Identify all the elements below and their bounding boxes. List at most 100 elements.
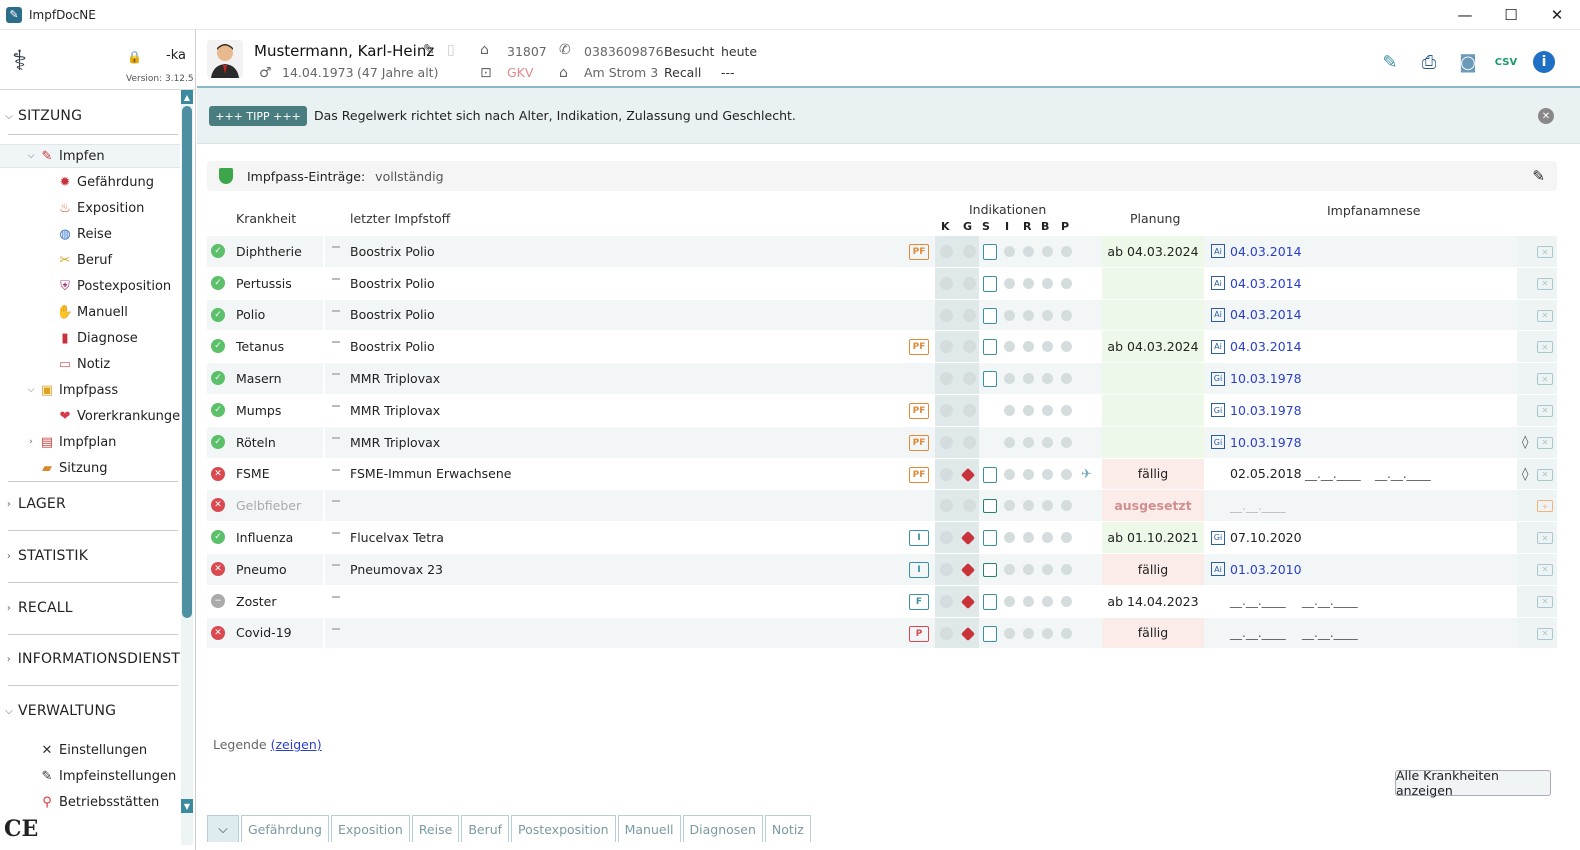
indication-s-icon[interactable]: [983, 339, 997, 356]
indication-p-icon[interactable]: [1061, 309, 1072, 321]
delete-entry-icon[interactable]: ✕: [1537, 532, 1553, 545]
anamnese-entry[interactable]: Ai 01.03.2010: [1211, 554, 1302, 585]
anamnese-date[interactable]: 07.10.2020: [1230, 530, 1302, 545]
indication-i-icon[interactable]: [1004, 468, 1015, 480]
indication-k-icon[interactable]: [940, 626, 953, 640]
indication-i-icon[interactable]: [1004, 627, 1015, 639]
sidebar-item-gefaehrdung[interactable]: ✹ Gefährdung: [56, 170, 154, 194]
table-row[interactable]: ✓ Polio Boostrix Polio Ai 04.03.2014 ✕: [207, 299, 1557, 332]
indication-i-icon[interactable]: [1004, 563, 1015, 575]
planning-cell[interactable]: ab 14.04.2023: [1102, 586, 1204, 617]
indication-g-icon[interactable]: [963, 276, 976, 290]
indication-p-icon[interactable]: [1061, 595, 1072, 607]
edit-pencil-icon[interactable]: ✎: [423, 42, 435, 58]
blank-date[interactable]: __.__.____: [1230, 586, 1286, 617]
section-verwaltung[interactable]: ⌵ VERWALTUNG: [0, 699, 180, 723]
indication-r-icon[interactable]: [1023, 373, 1034, 385]
tab-gefährdung[interactable]: Gefährdung: [241, 815, 329, 842]
scroll-up-icon[interactable]: ▲: [181, 90, 193, 104]
tab-beruf[interactable]: Beruf: [461, 815, 510, 842]
indication-s-icon[interactable]: [983, 466, 997, 483]
indication-r-icon[interactable]: [1023, 277, 1034, 289]
indication-p-icon[interactable]: [1061, 341, 1072, 353]
tabs-dropdown-icon[interactable]: ⌵: [207, 815, 239, 842]
delete-entry-icon[interactable]: ✕: [1537, 341, 1553, 354]
tab-reise[interactable]: Reise: [411, 815, 460, 842]
indication-r-icon[interactable]: [1023, 627, 1034, 639]
indication-i-icon[interactable]: [1004, 373, 1015, 385]
indication-b-icon[interactable]: [1042, 404, 1053, 416]
planning-cell[interactable]: ab 01.10.2021: [1102, 522, 1204, 553]
indication-b-icon[interactable]: [1042, 436, 1053, 448]
section-statistik[interactable]: › STATISTIK: [0, 544, 180, 568]
indication-i-icon[interactable]: [1004, 532, 1015, 544]
tab-exposition[interactable]: Exposition: [331, 815, 410, 842]
indication-r-icon[interactable]: [1023, 309, 1034, 321]
indication-k-icon[interactable]: [940, 594, 953, 608]
table-row[interactable]: ✓ Diphtherie Boostrix Polio PF ab 04.03.2024…: [207, 236, 1557, 268]
indication-b-icon[interactable]: [1042, 595, 1053, 607]
table-row[interactable]: ✕ Gelbfieber ausgesetzt __.__.____ +: [207, 490, 1557, 523]
sidebar-item-notiz[interactable]: ▭ Notiz: [56, 352, 110, 376]
indication-r-icon[interactable]: [1023, 246, 1034, 257]
delete-entry-icon[interactable]: ✕: [1537, 563, 1553, 576]
planning-cell[interactable]: fällig: [1102, 458, 1204, 490]
sidebar-item-impfen[interactable]: ⌵ ✎ Impfen: [0, 144, 180, 168]
edit-pencil-icon[interactable]: ✎: [1532, 167, 1545, 185]
scroll-thumb[interactable]: [182, 106, 192, 618]
scroll-down-icon[interactable]: ▼: [181, 799, 193, 813]
indication-p-icon[interactable]: [1061, 532, 1072, 544]
anamnese-entry[interactable]: Gi 10.03.1978: [1211, 363, 1302, 394]
sidebar-item-exposition[interactable]: ♨ Exposition: [56, 196, 144, 220]
indication-b-icon[interactable]: [1042, 277, 1053, 289]
delete-entry-icon[interactable]: ✕: [1537, 595, 1553, 608]
sidebar-item-reise[interactable]: ◍ Reise: [56, 222, 112, 246]
table-row[interactable]: ✓ Mumps MMR Triplovax PF Gi 10.03.1978 ✕: [207, 394, 1557, 427]
anamnese-entry[interactable]: Gi 10.03.1978: [1211, 427, 1302, 458]
indication-p-icon[interactable]: [1061, 627, 1072, 639]
indication-i-icon[interactable]: [1004, 500, 1015, 512]
tip-button[interactable]: +++ TIPP +++: [209, 106, 307, 126]
planning-cell[interactable]: [1102, 267, 1204, 299]
indication-k-icon[interactable]: [940, 308, 953, 322]
indication-b-icon[interactable]: [1042, 468, 1053, 480]
planning-cell[interactable]: [1102, 426, 1204, 458]
planning-cell[interactable]: fällig: [1102, 617, 1204, 649]
csv-export-icon[interactable]: CSV: [1493, 50, 1519, 74]
anamnese-date[interactable]: 10.03.1978: [1230, 371, 1302, 386]
indication-s-plus-icon[interactable]: [983, 562, 997, 577]
indication-i-icon[interactable]: [1004, 309, 1015, 321]
indication-b-icon[interactable]: [1042, 500, 1053, 512]
indication-i-icon[interactable]: [1004, 595, 1015, 607]
add-entry-icon[interactable]: +: [1537, 500, 1553, 513]
blank-date[interactable]: __.__.____: [1302, 586, 1358, 617]
indication-s-icon[interactable]: [983, 275, 997, 292]
delete-entry-icon[interactable]: ✕: [1537, 627, 1553, 640]
tab-manuell[interactable]: Manuell: [617, 815, 681, 842]
indication-b-icon[interactable]: [1042, 341, 1053, 353]
table-row[interactable]: ✕ FSME FSME-Immun Erwachsene PF ✈ fällig 02.05…: [207, 458, 1557, 491]
sidebar-item-postexposition[interactable]: ⛨ Postexposition: [56, 274, 171, 298]
anamnese-entry[interactable]: Ai 04.03.2014: [1211, 300, 1302, 331]
indication-b-icon[interactable]: [1042, 532, 1053, 544]
sidebar-item-impfplan[interactable]: › ▤ Impfplan: [24, 430, 116, 454]
table-row[interactable]: ✓ Röteln MMR Triplovax PF Gi 10.03.1978 ◊ ✕: [207, 426, 1557, 459]
legend-show-link[interactable]: (zeigen): [271, 737, 322, 752]
anamnese-date[interactable]: 10.03.1978: [1230, 435, 1302, 450]
blank-date[interactable]: __.__.____: [1305, 459, 1361, 490]
section-informationsdienst[interactable]: › INFORMATIONSDIENST: [0, 647, 180, 671]
indication-i-icon[interactable]: [1004, 436, 1015, 448]
indication-b-icon[interactable]: [1042, 246, 1053, 257]
blank-date[interactable]: __.__.____: [1375, 459, 1431, 490]
table-row[interactable]: ✓ Tetanus Boostrix Polio PF ab 04.03.2024 Ai 0…: [207, 331, 1557, 364]
tab-postexposition[interactable]: Postexposition: [511, 815, 616, 842]
indication-k-icon[interactable]: [940, 435, 953, 449]
planning-cell[interactable]: ab 04.03.2024: [1102, 236, 1204, 267]
lock-icon[interactable]: 🔒: [127, 50, 142, 64]
indication-k-icon[interactable]: [940, 562, 953, 576]
table-row[interactable]: ✕ Pneumo Pneumovax 23 Ifällig Ai 01.03.2010 ✕: [207, 553, 1557, 586]
tab-diagnosen[interactable]: Diagnosen: [682, 815, 763, 842]
anamnese-date[interactable]: 04.03.2014: [1230, 244, 1302, 259]
delete-entry-icon[interactable]: ✕: [1537, 373, 1553, 386]
planning-cell[interactable]: ausgesetzt: [1102, 490, 1204, 522]
